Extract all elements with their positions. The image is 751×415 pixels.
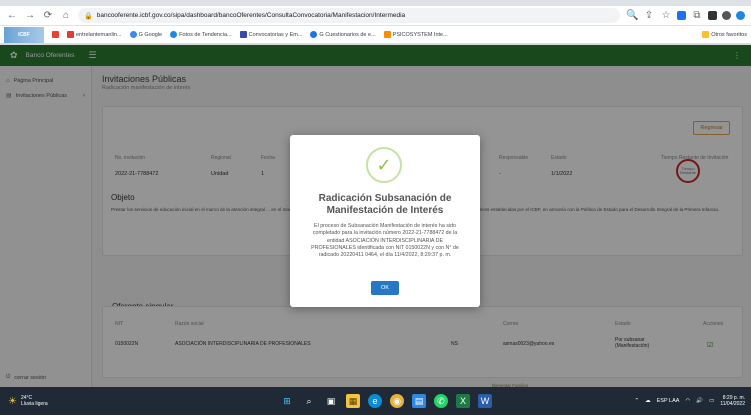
forward-arrow-icon[interactable]: → [24, 10, 36, 21]
url-input[interactable]: 🔒 bancooferente.icbf.gov.co/sipa/dashboa… [78, 8, 620, 23]
puzzle-icon[interactable]: ⧉ [691, 10, 703, 21]
search-icon[interactable]: ⌕ [302, 394, 316, 408]
url-text: bancooferente.icbf.gov.co/sipa/dashboard… [96, 12, 406, 19]
file-explorer-icon[interactable]: ▦ [346, 394, 360, 408]
clock[interactable]: 8:29 p. m. 11/04/2022 [720, 395, 745, 408]
volume-icon[interactable]: 🔊 [696, 398, 703, 404]
account-avatar-icon[interactable] [736, 11, 745, 20]
bookmark-favicon [383, 31, 391, 38]
bookmark-5[interactable]: PSICOSYSTEM Inte... [383, 31, 448, 38]
browser-address-bar: ← → ⟳ ⌂ 🔒 bancooferente.icbf.gov.co/sipa… [0, 6, 751, 26]
success-check-icon: ✓ [366, 147, 402, 183]
profile-icon[interactable] [722, 11, 731, 20]
taskbar-apps: ⊞ ⌕ ▣ ▦ e ◉ ▤ ✆ X W [280, 394, 492, 408]
extension-icons: 🔍 ⇪ ☆ ⧉ [626, 10, 745, 21]
success-modal: ✓ Radicación Subsanación de Manifestació… [290, 135, 480, 307]
folder-icon [702, 31, 710, 38]
bookmark-favicon [310, 31, 318, 38]
windows-start-icon[interactable]: ⊞ [280, 394, 294, 408]
whatsapp-icon[interactable]: ✆ [434, 394, 448, 408]
modal-body: El proceso de Subsanación Manifestación … [311, 223, 459, 259]
bookmark-favicon [239, 31, 247, 38]
bookmarks-bar: ICBF entrelanternanlin... G Google Fotos… [0, 26, 751, 44]
bookmark-1[interactable]: G Google [129, 31, 162, 38]
cloud-icon[interactable]: ☁ [645, 398, 651, 404]
system-tray: ⌃ ☁ ESP LAA ◠ 🔊 ▭ 8:29 p. m. 11/04/2022 [635, 395, 745, 408]
bookmark-0[interactable]: entrelanternanlin... [67, 31, 122, 38]
battery-icon[interactable]: ▭ [709, 398, 714, 404]
share-icon[interactable]: ⇪ [643, 10, 655, 21]
windows-taskbar: ☀ 24°C Lluvia ligera ⊞ ⌕ ▣ ▦ e ◉ ▤ ✆ X W… [0, 387, 751, 415]
wifi-icon[interactable]: ◠ [685, 398, 690, 404]
bookmark-favicon [129, 31, 137, 38]
task-view-icon[interactable]: ▣ [324, 394, 338, 408]
bookmark-3[interactable]: Convocatorias y Em... [239, 31, 302, 38]
star-icon[interactable]: ☆ [660, 10, 672, 21]
bookmark-gmail[interactable] [52, 31, 59, 38]
word-icon[interactable]: W [478, 394, 492, 408]
edge-icon[interactable]: e [368, 394, 382, 408]
clock-date: 11/04/2022 [720, 401, 745, 407]
icbf-logo: ICBF [4, 26, 44, 43]
bookmark-6[interactable]: Otros favoritos [702, 31, 747, 38]
bookmark-favicon [67, 31, 74, 38]
zoom-icon[interactable]: 🔍 [626, 10, 638, 21]
reload-icon[interactable]: ⟳ [42, 10, 54, 21]
chrome-icon[interactable]: ◉ [390, 394, 404, 408]
bookmark-favicon [170, 31, 178, 38]
extension-blue-icon[interactable] [677, 11, 686, 20]
language-indicator[interactable]: ESP LAA [657, 398, 680, 404]
weather-desc: Lluvia ligera [20, 401, 48, 407]
bookmark-2[interactable]: Fotos de Tendencia... [170, 31, 232, 38]
modal-title: Radicación Subsanación de Manifestación … [318, 193, 452, 217]
ok-button[interactable]: OK [371, 281, 399, 295]
chevron-up-icon[interactable]: ⌃ [635, 398, 640, 404]
extension-dark-icon[interactable] [708, 11, 717, 20]
lock-icon: 🔒 [84, 12, 93, 20]
weather-widget[interactable]: ☀ 24°C Lluvia ligera [0, 395, 48, 408]
back-arrow-icon[interactable]: ← [6, 10, 18, 21]
store-icon[interactable]: ▤ [412, 394, 426, 408]
home-icon[interactable]: ⌂ [60, 10, 72, 21]
excel-icon[interactable]: X [456, 394, 470, 408]
bookmark-4[interactable]: G Cuestionarios de e... [310, 31, 376, 38]
weather-icon: ☀ [8, 395, 17, 407]
